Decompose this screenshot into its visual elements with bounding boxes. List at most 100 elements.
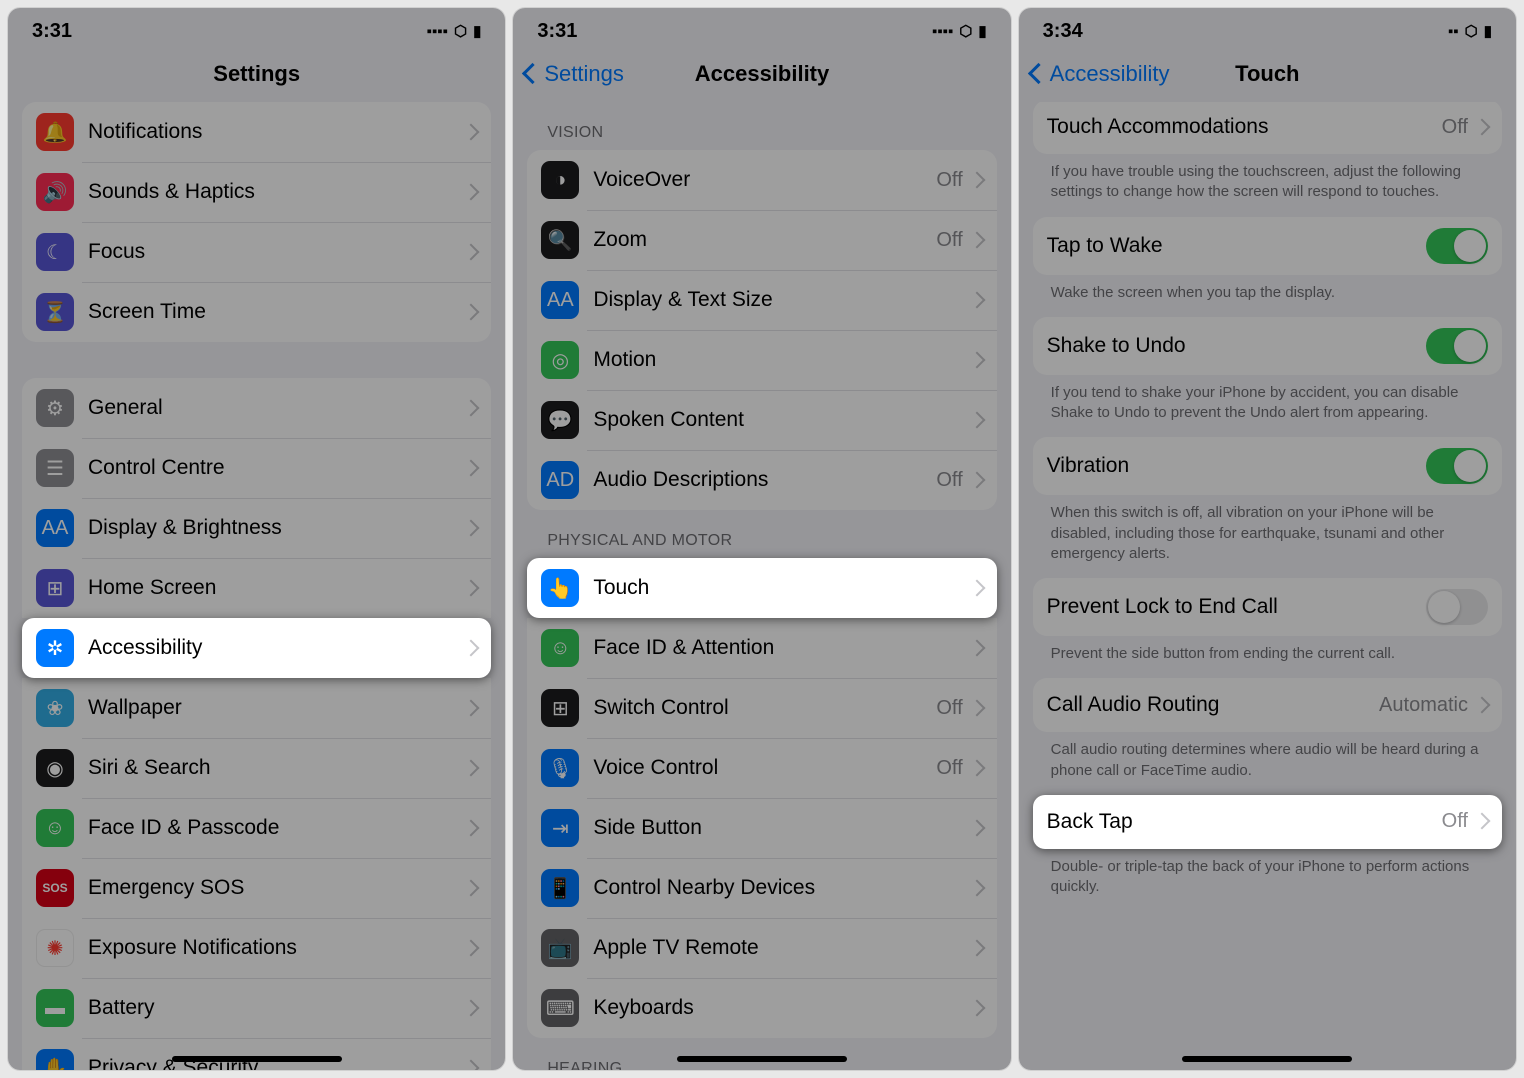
header: Settings Accessibility <box>513 46 1010 102</box>
row-screen-time[interactable]: ⏳Screen Time <box>22 282 491 342</box>
row-display-brightness[interactable]: AADisplay & Brightness <box>22 498 491 558</box>
row-keyboards[interactable]: ⌨Keyboards <box>527 978 996 1038</box>
row-switch-control[interactable]: ⊞Switch ControlOff <box>527 678 996 738</box>
cellular-icon: ▪▪▪▪ <box>932 23 953 40</box>
grid-icon: ⊞ <box>36 569 74 607</box>
row-spoken-content[interactable]: 💬Spoken Content <box>527 390 996 450</box>
voice-ctrl-icon: 🎙 <box>541 749 579 787</box>
row-shake-to-undo[interactable]: Shake to Undo <box>1033 317 1502 375</box>
chevron-right-icon <box>465 937 477 960</box>
row-back-tap[interactable]: Back Tap Off <box>1033 795 1502 849</box>
row-emergency-sos[interactable]: SOSEmergency SOS <box>22 858 491 918</box>
chevron-right-icon <box>971 289 983 312</box>
chevron-right-icon <box>1476 810 1488 833</box>
row-control-centre[interactable]: ☰Control Centre <box>22 438 491 498</box>
row-label: Audio Descriptions <box>593 468 936 492</box>
hand-icon: ✋ <box>36 1049 74 1070</box>
row-tap-to-wake[interactable]: Tap to Wake <box>1033 217 1502 275</box>
row-value: Off <box>936 757 962 780</box>
clock: 3:34 <box>1043 20 1083 43</box>
row-home-screen[interactable]: ⊞Home Screen <box>22 558 491 618</box>
row-label: Switch Control <box>593 696 936 720</box>
chevron-right-icon <box>971 469 983 492</box>
battery-icon: ▮ <box>1484 22 1492 40</box>
status-icons: ▪▪▪▪ ⬡ ▮ <box>427 22 482 40</box>
footer-prevent-lock: Prevent the side button from ending the … <box>1019 636 1516 678</box>
row-value: Off <box>936 169 962 192</box>
spoken-icon: 💬 <box>541 401 579 439</box>
toggle-tap-to-wake[interactable] <box>1426 228 1488 264</box>
chevron-right-icon <box>971 349 983 372</box>
footer-tap-wake: Wake the screen when you tap the display… <box>1019 275 1516 317</box>
row-label: Control Nearby Devices <box>593 876 970 900</box>
back-button[interactable]: Settings <box>525 61 624 87</box>
row-notifications[interactable]: 🔔Notifications <box>22 102 491 162</box>
row-apple-tv-remote[interactable]: 📺Apple TV Remote <box>527 918 996 978</box>
row-value: Off <box>936 469 962 492</box>
chevron-right-icon <box>1476 116 1488 139</box>
home-indicator[interactable] <box>1182 1056 1352 1062</box>
row-value: Off <box>1442 810 1468 833</box>
home-indicator[interactable] <box>172 1056 342 1062</box>
row-accessibility[interactable]: ✲Accessibility <box>22 618 491 678</box>
back-button[interactable]: Accessibility <box>1031 61 1170 87</box>
row-audio-descriptions[interactable]: AD Audio DescriptionsOff <box>527 450 996 510</box>
row-face-id-attention[interactable]: ☺Face ID & Attention <box>527 618 996 678</box>
row-label: Side Button <box>593 816 970 840</box>
row-label: Face ID & Passcode <box>88 816 465 840</box>
row-voiceover[interactable]: ◑VoiceOverOff <box>527 150 996 210</box>
chevron-left-icon <box>1031 61 1048 87</box>
row-focus[interactable]: ☾Focus <box>22 222 491 282</box>
page-title: Touch <box>1235 61 1299 87</box>
row-label: Control Centre <box>88 456 465 480</box>
chevron-right-icon <box>465 457 477 480</box>
row-touch-accommodations[interactable]: Touch Accommodations Off <box>1033 102 1502 154</box>
row-face-id-passcode[interactable]: ☺Face ID & Passcode <box>22 798 491 858</box>
chevron-right-icon <box>465 121 477 144</box>
chevron-right-icon <box>971 637 983 660</box>
row-battery[interactable]: ▬Battery <box>22 978 491 1038</box>
chevron-right-icon <box>465 517 477 540</box>
row-label: Focus <box>88 240 465 264</box>
home-indicator[interactable] <box>677 1056 847 1062</box>
row-label: Call Audio Routing <box>1047 693 1379 717</box>
row-label: Vibration <box>1047 454 1426 478</box>
row-siri-search[interactable]: ◉Siri & Search <box>22 738 491 798</box>
row-display-text-size[interactable]: AADisplay & Text Size <box>527 270 996 330</box>
audio-desc-icon: AD <box>541 461 579 499</box>
row-vibration[interactable]: Vibration <box>1033 437 1502 495</box>
row-touch[interactable]: 👆Touch <box>527 558 996 618</box>
textsize-icon: AA <box>541 281 579 319</box>
wifi-icon: ⬡ <box>454 22 467 40</box>
row-zoom[interactable]: 🔍ZoomOff <box>527 210 996 270</box>
footer-vibration: When this switch is off, all vibration o… <box>1019 495 1516 578</box>
row-side-button[interactable]: ⇥Side Button <box>527 798 996 858</box>
row-general[interactable]: ⚙General <box>22 378 491 438</box>
chevron-right-icon <box>971 229 983 252</box>
chevron-right-icon <box>971 697 983 720</box>
chevron-right-icon <box>465 997 477 1020</box>
row-privacy-security[interactable]: ✋Privacy & Security <box>22 1038 491 1070</box>
row-wallpaper[interactable]: ❀Wallpaper <box>22 678 491 738</box>
zoom-icon: 🔍 <box>541 221 579 259</box>
row-label: Shake to Undo <box>1047 334 1426 358</box>
toggle-shake-to-undo[interactable] <box>1426 328 1488 364</box>
row-prevent-lock[interactable]: Prevent Lock to End Call <box>1033 578 1502 636</box>
row-label: Notifications <box>88 120 465 144</box>
row-exposure-notifications[interactable]: ✺Exposure Notifications <box>22 918 491 978</box>
section-header-vision: Vision <box>513 102 1010 150</box>
toggle-prevent-lock[interactable] <box>1426 589 1488 625</box>
row-voice-control[interactable]: 🎙Voice ControlOff <box>527 738 996 798</box>
page-title: Accessibility <box>695 61 830 87</box>
motion-icon: ◎ <box>541 341 579 379</box>
row-call-audio-routing[interactable]: Call Audio Routing Automatic <box>1033 678 1502 732</box>
toggle-vibration[interactable] <box>1426 448 1488 484</box>
switch-icon: ⊞ <box>541 689 579 727</box>
voiceover-icon: ◑ <box>541 161 579 199</box>
chevron-right-icon <box>465 817 477 840</box>
row-motion[interactable]: ◎Motion <box>527 330 996 390</box>
row-label: Touch <box>593 576 970 600</box>
row-sounds-haptics[interactable]: 🔊Sounds & Haptics <box>22 162 491 222</box>
gear-icon: ⚙ <box>36 389 74 427</box>
row-control-nearby-devices[interactable]: 📱Control Nearby Devices <box>527 858 996 918</box>
